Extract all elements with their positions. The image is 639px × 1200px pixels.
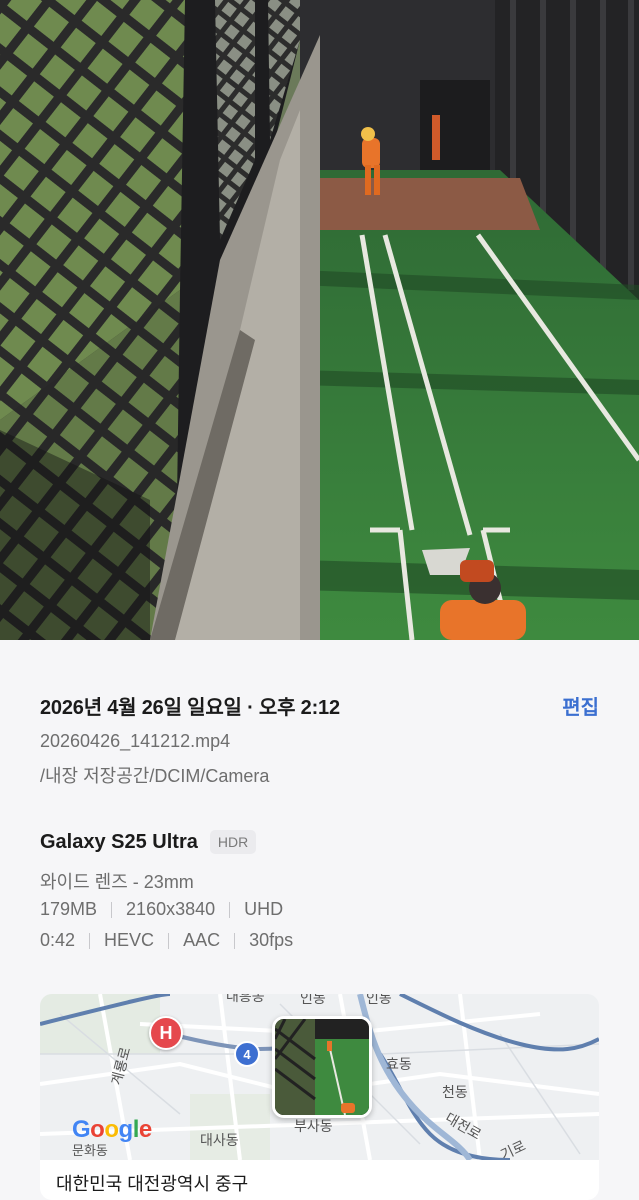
file-size: 179MB xyxy=(40,899,98,919)
spec-row-codec: 0:42 HEVC AAC 30fps xyxy=(40,930,293,951)
file-path: /내장 저장공간/DCIM/Camera xyxy=(40,766,270,786)
video-thumbnail[interactable] xyxy=(0,0,639,640)
map-label: 효동 xyxy=(386,1056,412,1072)
details-sheet: 2026년 4월 26일 일요일 · 오후 2:12 편집 20260426_1… xyxy=(0,640,639,1200)
route-badge: 4 xyxy=(234,1041,260,1067)
quality: UHD xyxy=(244,899,284,919)
divider xyxy=(229,901,231,918)
resolution: 2160x3840 xyxy=(126,899,216,919)
divider xyxy=(89,932,91,949)
divider xyxy=(168,932,170,949)
device-name: Galaxy S25 Ultra xyxy=(40,830,198,853)
map-label: 천동 xyxy=(442,1084,468,1100)
duration: 0:42 xyxy=(40,930,76,950)
hdr-badge: HDR xyxy=(209,830,257,854)
google-logo: Google xyxy=(72,1116,152,1143)
video-codec: HEVC xyxy=(104,930,155,950)
map-label: 인동 xyxy=(300,994,326,1006)
divider xyxy=(111,901,113,918)
location-map-card[interactable]: H 4 대흥동 인동 인동 계룡로 문화동 대사동 부사동 효동 천동 대전로 … xyxy=(40,994,599,1200)
map-label: 대사동 xyxy=(200,1132,239,1148)
date-time-title: 2026년 4월 26일 일요일 · 오후 2:12 xyxy=(40,696,340,719)
device-row: Galaxy S25 Ultra HDR xyxy=(40,827,257,857)
edit-button[interactable]: 편집 xyxy=(562,691,599,720)
address-text: 대한민국 대전광역시 중구 xyxy=(56,1174,249,1194)
divider xyxy=(234,932,236,949)
photo-location-thumbnail[interactable] xyxy=(272,1016,372,1118)
map-view[interactable]: H 4 대흥동 인동 인동 계룡로 문화동 대사동 부사동 효동 천동 대전로 … xyxy=(40,994,599,1163)
file-name: 20260426_141212.mp4 xyxy=(40,731,231,751)
map-label: 대흥동 xyxy=(226,994,265,1004)
frame-rate: 30fps xyxy=(249,930,294,950)
date-row: 2026년 4월 26일 일요일 · 오후 2:12 편집 xyxy=(40,690,599,720)
map-label: 부사동 xyxy=(294,1118,333,1134)
map-label: 인동 xyxy=(366,994,392,1006)
hospital-pin-icon[interactable]: H xyxy=(149,1016,183,1050)
batting-cage-photo xyxy=(0,0,639,640)
lens-info: 와이드 렌즈 - 23mm xyxy=(40,872,194,892)
thumbnail-image xyxy=(275,1019,369,1115)
audio-codec: AAC xyxy=(183,930,221,950)
spec-row-size: 179MB 2160x3840 UHD xyxy=(40,899,283,920)
